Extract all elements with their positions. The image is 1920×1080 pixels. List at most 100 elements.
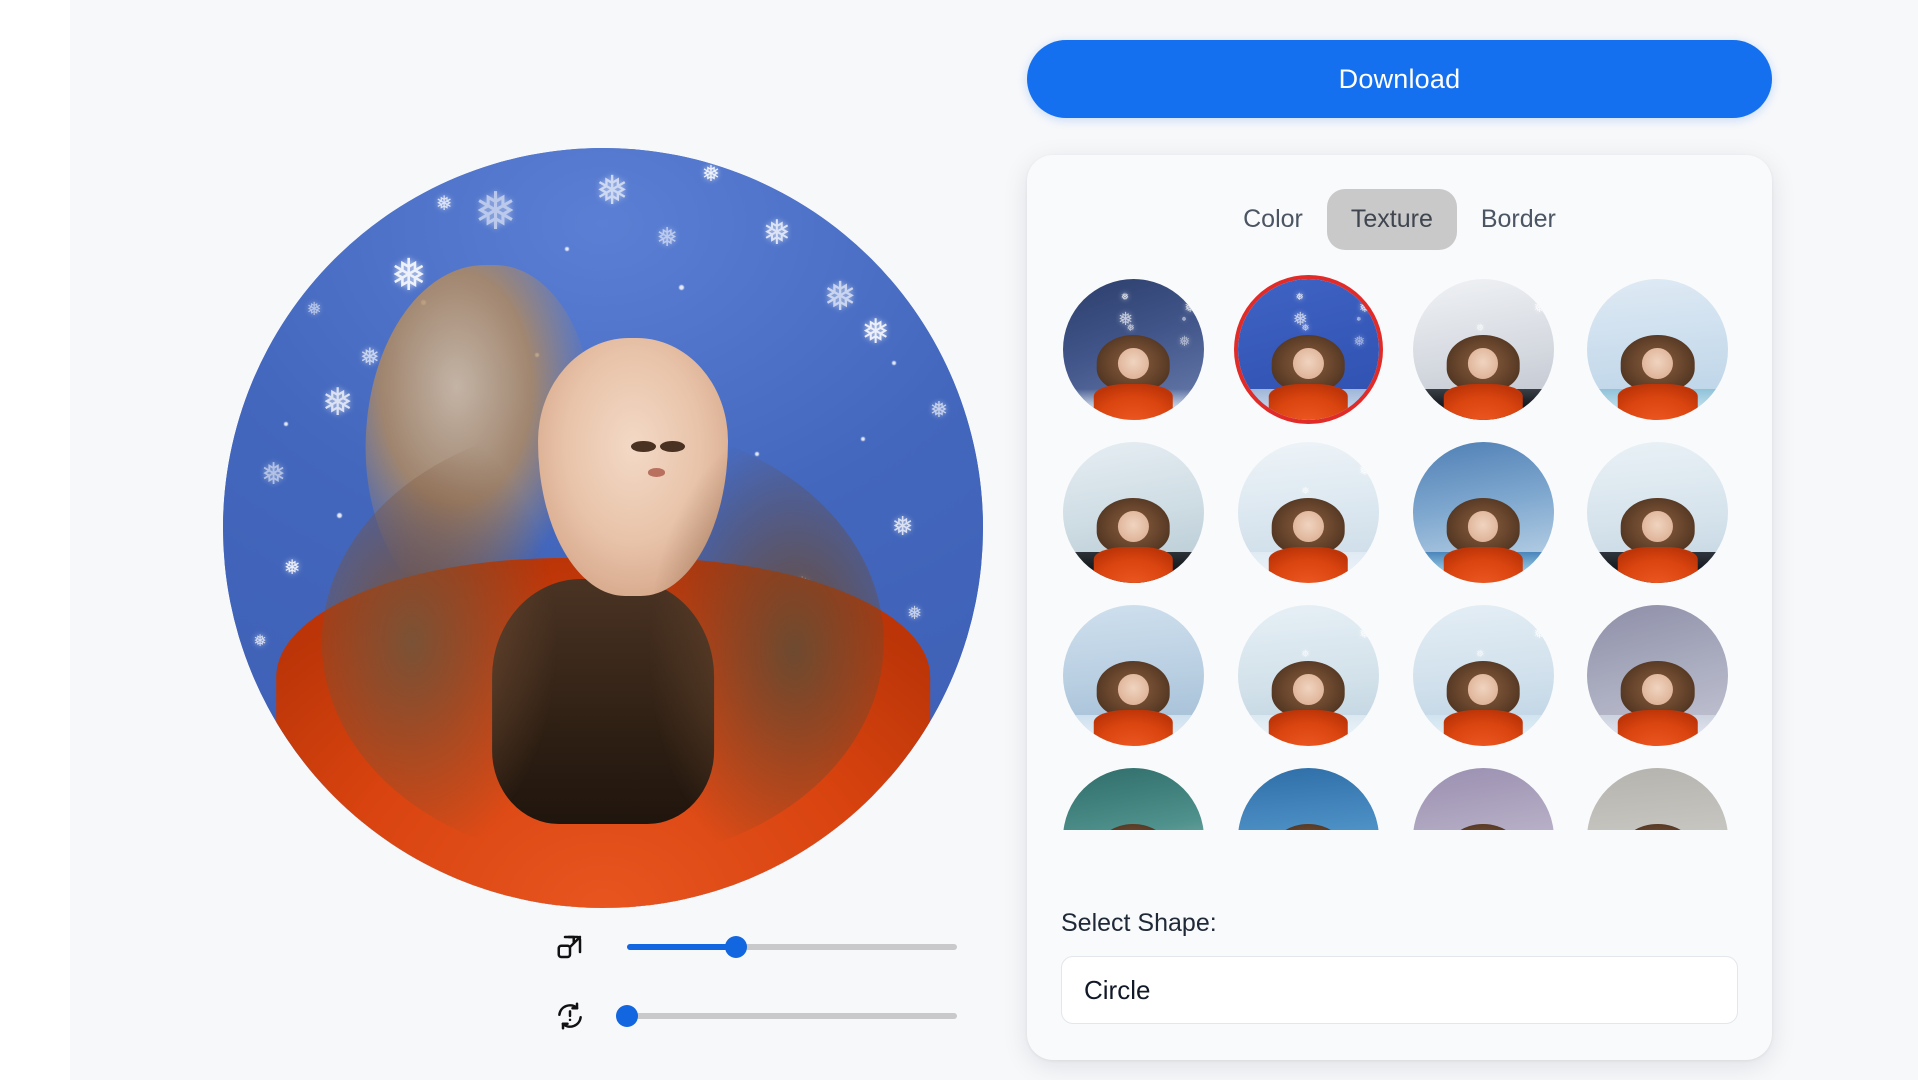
- preview-snowflake: ❅: [929, 396, 949, 422]
- texture-snowflake: ❅: [1243, 283, 1249, 290]
- texture-snowflake: ❅: [1295, 292, 1304, 304]
- texture-subject: [1268, 335, 1348, 420]
- rotate-icon: [553, 999, 587, 1033]
- texture-snowflake: ❅: [1175, 286, 1181, 293]
- settings-column: Download Color Texture Border ❅ ❅ ❅ ❅ ❅ ❅ ❅ ❅ ❅ ❅ ❅ ❅…: [1022, 0, 1782, 1080]
- texture-snowflake: ❅: [1359, 462, 1371, 479]
- texture-snowflake: ❅: [1475, 323, 1485, 335]
- texture-thumb-snowy-pines-slab[interactable]: [1587, 442, 1729, 583]
- preview-stage: ❅❅❅❅❅❅❅❅❅❅❅❅❅❅❅❅❅❅❅❅: [223, 148, 983, 908]
- texture-thumb-pastel-cloud-drift[interactable]: ❅❅❅❅: [1412, 605, 1554, 746]
- texture-thumb-frosted-pine-valley[interactable]: ❅❅❅❅: [1237, 605, 1379, 746]
- texture-thumb-teal-icicle-cave[interactable]: [1063, 768, 1204, 830]
- preview-snowflake: ❅: [823, 275, 857, 320]
- texture-subject-coat: [1093, 547, 1174, 583]
- texture-grid-scroll[interactable]: ❅❅❅❅❅❅❅❅❅❅❅❅❅❅❅❅❅❅❅❅❅❅❅❅❅❅❅❅❅❅❅❅❅❅: [1061, 275, 1738, 830]
- texture-subject: [1618, 498, 1698, 583]
- preview-image[interactable]: ❅❅❅❅❅❅❅❅❅❅❅❅❅❅❅❅❅❅❅❅: [223, 148, 983, 908]
- texture-subject-face: [1118, 674, 1149, 705]
- texture-thumb-silver-frost-pedestal[interactable]: ❅❅❅❅: [1412, 279, 1554, 420]
- preview-snowflake: ❅: [261, 457, 287, 491]
- texture-snowflake: ❅: [1356, 317, 1362, 324]
- texture-subject-face: [1292, 511, 1324, 542]
- texture-subject-coat: [1093, 710, 1174, 746]
- texture-subject-coat: [1618, 384, 1698, 420]
- preview-snowflake: ❅: [435, 192, 453, 215]
- preview-snow-dot: [891, 360, 896, 365]
- texture-subject-face: [1292, 348, 1324, 379]
- preview-snowflake: ❅: [321, 381, 354, 424]
- texture-subject: [1268, 661, 1348, 746]
- tab-border[interactable]: Border: [1457, 189, 1580, 250]
- texture-thumb-glass-frame-clouds[interactable]: ❅❅❅❅: [1237, 442, 1379, 583]
- texture-snowflake: ❅: [1184, 299, 1196, 316]
- texture-snowflake: ❅: [1350, 286, 1356, 293]
- scale-control-row: [553, 930, 957, 964]
- texture-subject-coat: [1618, 547, 1698, 583]
- preview-snowflake: ❅: [253, 633, 267, 651]
- rotation-slider-thumb[interactable]: [616, 1005, 638, 1027]
- preview-snowflake: ❅: [907, 603, 923, 623]
- texture-thumb-cloudy-ice-horizon[interactable]: [1587, 279, 1729, 420]
- rotation-slider-track: [627, 1013, 957, 1019]
- scale-slider-thumb[interactable]: [724, 936, 747, 958]
- preview-eye-left: [631, 441, 657, 453]
- texture-thumb-lilac-ice-throne[interactable]: [1412, 768, 1554, 830]
- texture-subject: [1093, 335, 1174, 420]
- preview-snowflake: ❅: [891, 510, 914, 541]
- texture-subject-coat: [1443, 710, 1523, 746]
- texture-subject-face: [1292, 674, 1324, 705]
- shape-label: Select Shape:: [1061, 909, 1217, 937]
- texture-snowflake: ❅: [1243, 609, 1249, 616]
- resize-icon: [553, 930, 587, 964]
- texture-thumb-grey-stone-hall[interactable]: [1587, 768, 1729, 830]
- preview-snowflake: ❅: [306, 299, 322, 319]
- texture-snowflake: ❅: [1178, 332, 1191, 349]
- texture-thumb-sunrise-glass-panel[interactable]: [1063, 605, 1204, 746]
- texture-subject-face: [1642, 511, 1674, 542]
- tab-color[interactable]: Color: [1219, 189, 1327, 250]
- texture-subject-hair: [1446, 824, 1520, 830]
- shape-section: Select Shape: CircleSquareRoundedHeartSt…: [1061, 909, 1738, 1024]
- texture-subject-coat: [1093, 384, 1174, 420]
- preview-snow-dot: [283, 421, 288, 426]
- preview-column: ❅❅❅❅❅❅❅❅❅❅❅❅❅❅❅❅❅❅❅❅: [160, 0, 983, 1080]
- settings-panel: Color Texture Border ❅ ❅ ❅ ❅ ❅ ❅ ❅ ❅ ❅ ❅ ❅ ❅ ❅ ❅ ❅ ❅ ❅ ❅ ❅ ❅ ❅…: [1027, 155, 1772, 1060]
- texture-thumb-pine-forest-platform[interactable]: [1063, 442, 1204, 583]
- texture-thumb-blue-snowflake-globe[interactable]: ❅❅❅❅❅❅❅❅❅: [1237, 279, 1379, 420]
- texture-subject-face: [1642, 674, 1674, 705]
- texture-snowflake: ❅: [1418, 609, 1424, 616]
- texture-thumb-blue-portal-arch[interactable]: [1237, 768, 1379, 830]
- texture-subject: [1621, 824, 1695, 830]
- texture-subject: [1443, 661, 1523, 746]
- texture-subject: [1093, 498, 1174, 583]
- download-button[interactable]: Download: [1027, 40, 1772, 118]
- texture-snowflake: ❅: [1120, 292, 1130, 304]
- texture-subject-hair: [1271, 824, 1345, 830]
- texture-subject-face: [1118, 348, 1149, 379]
- scale-slider-fill: [627, 944, 736, 950]
- texture-thumb-violet-ice-cavern[interactable]: [1587, 605, 1729, 746]
- texture-snowflake: ❅: [1353, 332, 1366, 349]
- texture-thumb-midnight-snow-burst[interactable]: ❅❅❅❅❅❅❅❅❅: [1063, 279, 1204, 420]
- texture-snowflake: ❅: [1243, 446, 1249, 453]
- tab-texture[interactable]: Texture: [1326, 189, 1457, 250]
- preview-subject-coat: [276, 558, 930, 908]
- texture-snowflake: ❅: [1475, 649, 1485, 661]
- texture-subject-coat: [1443, 384, 1523, 420]
- texture-subject: [1443, 498, 1523, 583]
- scale-slider[interactable]: [627, 936, 957, 958]
- texture-snowflake: ❅: [1301, 486, 1310, 498]
- texture-subject: [1096, 824, 1171, 830]
- texture-subject: [1271, 824, 1345, 830]
- texture-subject: [1443, 335, 1523, 420]
- panel-tabs: Color Texture Border: [1027, 189, 1772, 250]
- rotation-slider[interactable]: [616, 1005, 957, 1027]
- shape-select[interactable]: CircleSquareRoundedHeartStar: [1061, 956, 1738, 1024]
- preview-snowflake: ❅: [861, 313, 890, 352]
- app-root: ❅❅❅❅❅❅❅❅❅❅❅❅❅❅❅❅❅❅❅❅: [0, 0, 1920, 1080]
- texture-thumb-blue-cloud-stream[interactable]: [1412, 442, 1554, 583]
- texture-subject-coat: [1443, 547, 1523, 583]
- texture-subject-coat: [1268, 547, 1348, 583]
- texture-subject: [1093, 661, 1174, 746]
